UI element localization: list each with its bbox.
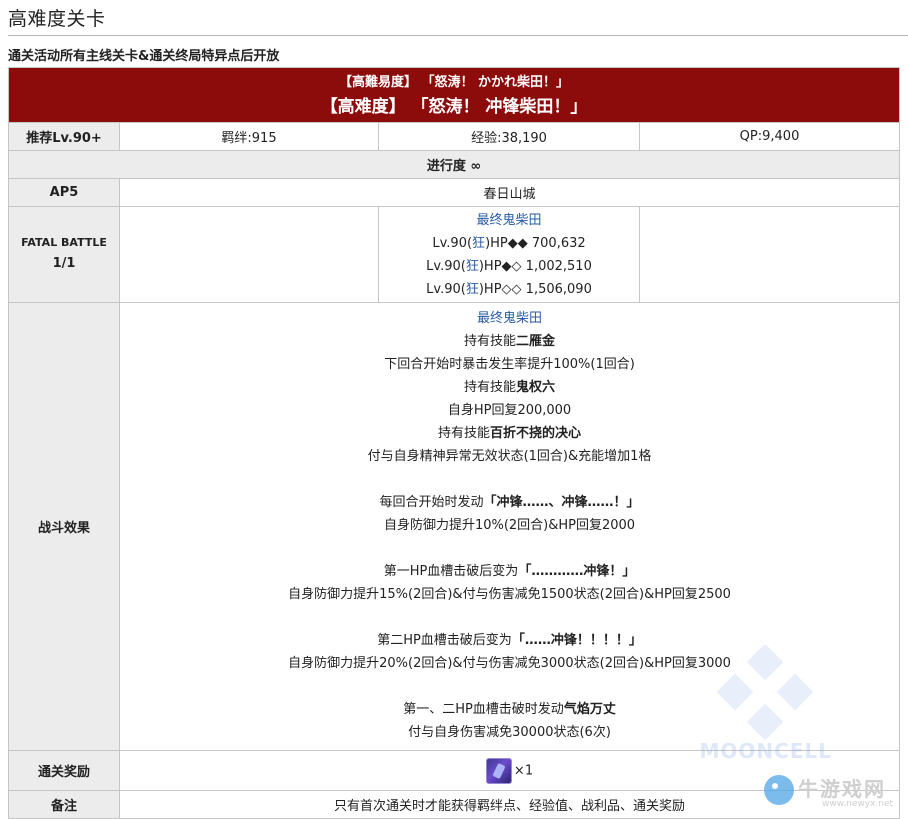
effects-label: 战斗效果 bbox=[8, 302, 120, 751]
effect-skill-2-desc: 自身HP回复200,000 bbox=[447, 403, 572, 418]
effect-spacer bbox=[124, 537, 895, 560]
quest-table: 【高難易度】 「怒涛！ かかれ柴田！」 【高难度】 「怒涛！ 冲锋柴田！」 推荐… bbox=[7, 67, 901, 819]
enemy-hp-line-3: Lv.90(狂)HP◇◇ 1,506,090 bbox=[426, 281, 592, 297]
page-subtitle: 通关活动所有主线关卡&通关终局特异点后开放 bbox=[8, 49, 280, 64]
effect-spacer bbox=[124, 468, 895, 491]
battle-wave: 1/1 bbox=[52, 255, 76, 271]
enemy-hp-line-1: Lv.90(狂)HP◆◆ 700,632 bbox=[432, 235, 586, 251]
berserker-class: 狂 bbox=[465, 258, 479, 274]
title-divider bbox=[8, 35, 908, 36]
recommended-level: 推荐Lv.90+ bbox=[8, 122, 120, 151]
reward-row: 通关奖励 ×1 bbox=[8, 750, 901, 791]
enemy-slot: 最终鬼柴田 Lv.90(狂)HP◆◆ 700,632 Lv.90(狂)HP◆◇ … bbox=[378, 206, 640, 303]
reward-label: 通关奖励 bbox=[8, 750, 120, 791]
effect-break-trigger: 第一、二HP血槽击破时发动气焰万丈 bbox=[403, 702, 616, 717]
effect-turn-start-desc: 自身防御力提升10%(2回合)&HP回复2000 bbox=[383, 518, 636, 533]
reward-count: ×1 bbox=[513, 763, 534, 778]
battle-type: FATAL BATTLE bbox=[21, 235, 107, 249]
notes-content: 只有首次通关时才能获得羁绊点、经验值、战利品、通关奖励 bbox=[118, 790, 901, 819]
ap-row: AP5 春日山城 bbox=[8, 178, 901, 207]
page-title: 高难度关卡 bbox=[8, 8, 106, 30]
effect-skill-2: 持有技能鬼权六 bbox=[464, 380, 556, 395]
enemy-hp-line-2: Lv.90(狂)HP◆◇ 1,002,510 bbox=[426, 258, 592, 274]
effect-skill-1: 持有技能二雁金 bbox=[464, 334, 556, 349]
effects-content: 最终鬼柴田 持有技能二雁金 下回合开始时暴击发生率提升100%(1回合) 持有技… bbox=[118, 302, 901, 751]
reward-content: ×1 bbox=[118, 750, 901, 791]
quest-stats-row: 推荐Lv.90+ 羁绊:915 经验:38,190 QP:9,400 bbox=[8, 122, 901, 151]
qp-value: QP:9,400 bbox=[638, 122, 901, 151]
exp-value: 经验:38,190 bbox=[378, 122, 640, 151]
effect-enemy-name: 最终鬼柴田 bbox=[477, 311, 543, 326]
effect-spacer bbox=[124, 606, 895, 629]
effect-skill-1-desc: 下回合开始时暴击发生率提升100%(1回合) bbox=[384, 357, 635, 372]
effects-row: 战斗效果 最终鬼柴田 持有技能二雁金 下回合开始时暴击发生率提升100%(1回合… bbox=[8, 302, 901, 751]
effect-break-1: 第一HP血槽击破后变为「…………冲锋！」 bbox=[383, 564, 636, 579]
quest-header: 【高難易度】 「怒涛！ かかれ柴田！」 【高难度】 「怒涛！ 冲锋柴田！」 bbox=[7, 67, 901, 123]
enemy-slot-empty-left bbox=[119, 206, 379, 303]
battle-row: FATAL BATTLE 1/1 最终鬼柴田 Lv.90(狂)HP◆◆ 700,… bbox=[8, 206, 901, 303]
effect-skill-3-desc: 付与自身精神异常无效状态(1回合)&充能增加1格 bbox=[367, 449, 652, 464]
ap-cost: AP5 bbox=[8, 178, 120, 207]
berserker-class: 狂 bbox=[472, 235, 486, 251]
effect-break-2-desc: 自身防御力提升20%(2回合)&付与伤害减免3000状态(2回合)&HP回复30… bbox=[288, 656, 731, 671]
quest-title-cn: 【高难度】 「怒涛！ 冲锋柴田！」 bbox=[320, 97, 588, 117]
effect-break-2: 第二HP血槽击破后变为「……冲锋！！！！」 bbox=[377, 633, 642, 648]
location-name: 春日山城 bbox=[118, 178, 901, 207]
progress-row: 进行度 ∞ bbox=[7, 150, 901, 179]
quest-title-jp: 【高難易度】 「怒涛！ かかれ柴田！」 bbox=[338, 75, 570, 90]
battle-label: FATAL BATTLE 1/1 bbox=[8, 206, 120, 303]
bond-value: 羁绊:915 bbox=[119, 122, 379, 151]
effect-break-1-desc: 自身防御力提升15%(2回合)&付与伤害减免1500状态(2回合)&HP回复25… bbox=[288, 587, 731, 602]
notes-row: 备注 只有首次通关时才能获得羁绊点、经验值、战利品、通关奖励 bbox=[8, 790, 901, 819]
reward-item-icon[interactable] bbox=[485, 757, 512, 784]
enemy-name: 最终鬼柴田 bbox=[476, 212, 542, 228]
progress-label: 进行度 ∞ bbox=[7, 150, 901, 179]
effect-break-trigger-desc: 付与自身伤害减免30000状态(6次) bbox=[408, 725, 611, 740]
notes-label: 备注 bbox=[8, 790, 120, 819]
quest-header-row: 【高難易度】 「怒涛！ かかれ柴田！」 【高难度】 「怒涛！ 冲锋柴田！」 bbox=[7, 67, 901, 123]
effect-skill-3: 持有技能百折不挠的决心 bbox=[438, 426, 582, 441]
berserker-class: 狂 bbox=[465, 281, 479, 297]
enemy-slot-empty-right bbox=[638, 206, 901, 303]
effect-spacer bbox=[124, 675, 895, 698]
effect-turn-start: 每回合开始时发动「冲锋……、冲锋……！」 bbox=[379, 495, 640, 510]
